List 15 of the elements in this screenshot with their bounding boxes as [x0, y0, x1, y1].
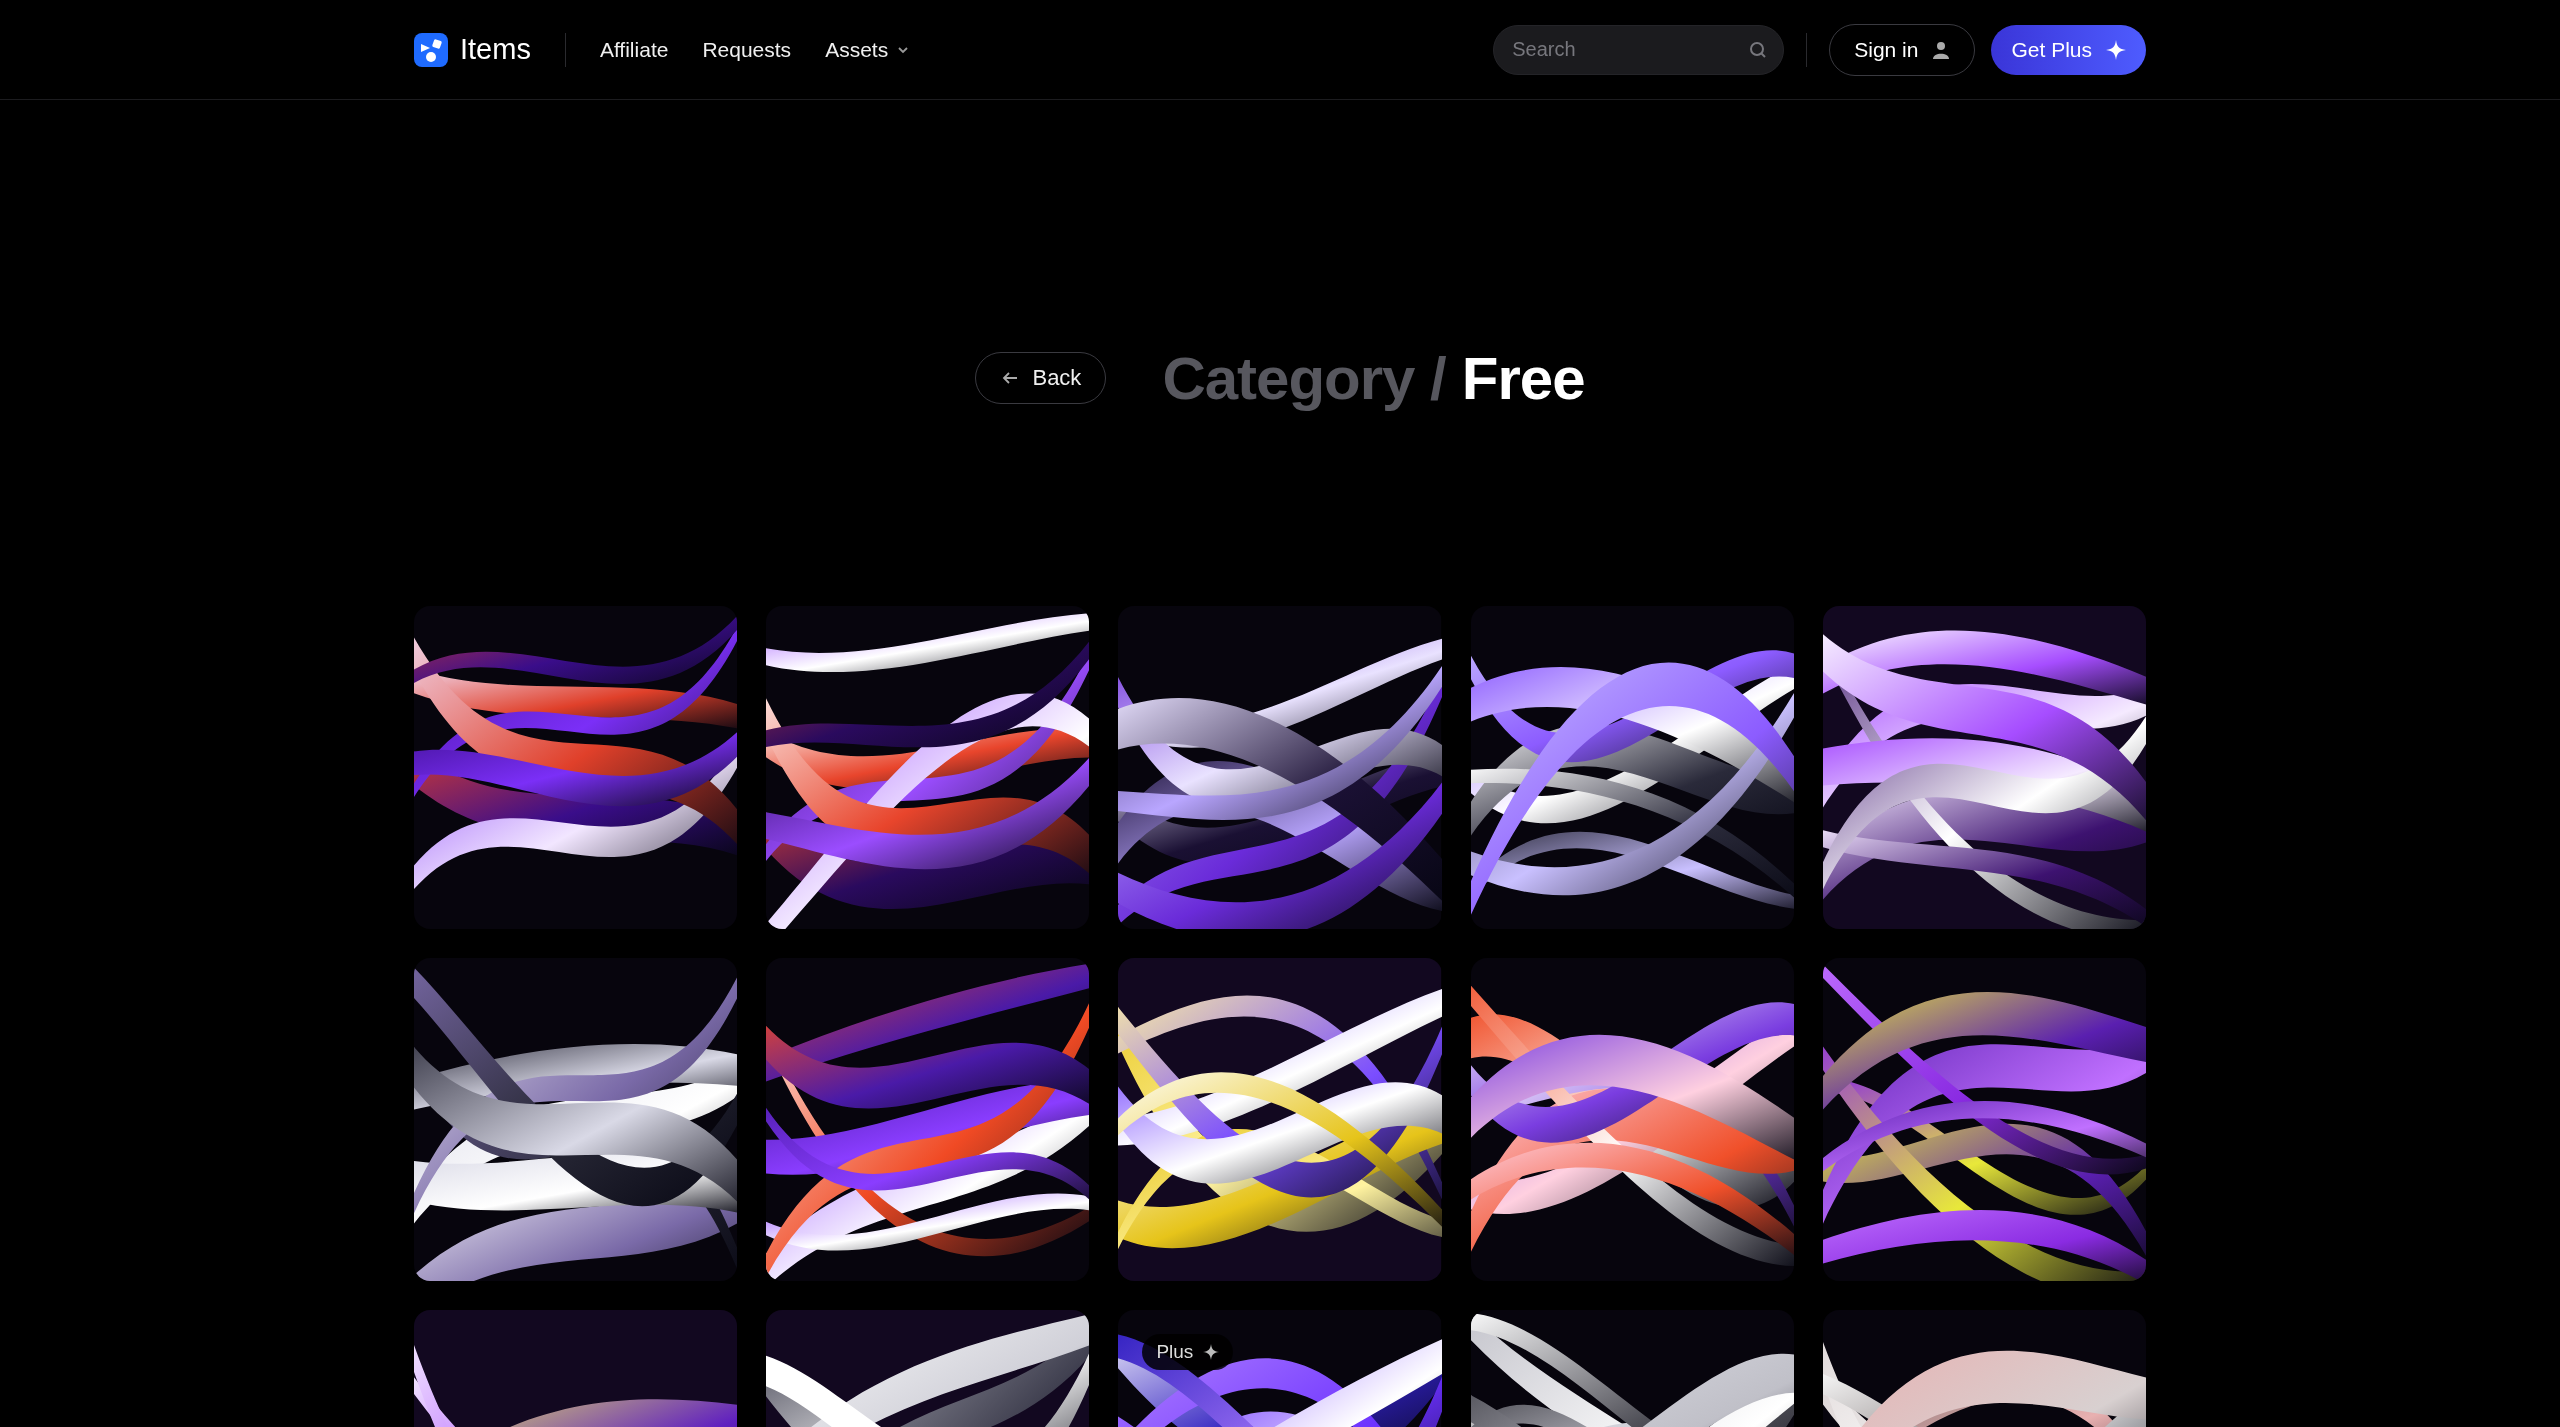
- logo-icon[interactable]: [414, 32, 448, 67]
- breadcrumb-category: Category /: [1162, 343, 1446, 413]
- plus-badge: Plus: [1142, 1334, 1234, 1371]
- sparkle-icon: [2106, 39, 2126, 60]
- user-icon: [1932, 40, 1951, 59]
- back-button[interactable]: Back: [975, 352, 1107, 404]
- logo-text[interactable]: Items: [460, 33, 531, 66]
- nav-link[interactable]: Assets: [825, 37, 911, 62]
- sparkle-icon: [1203, 1344, 1220, 1361]
- get-plus-button[interactable]: Get Plus: [1991, 24, 2146, 75]
- page-title: Free: [1461, 343, 1585, 413]
- nav-link[interactable]: Requests: [702, 37, 792, 62]
- nav-link[interactable]: Affiliate: [599, 37, 669, 62]
- search-field[interactable]: Search: [1493, 24, 1785, 75]
- sign-in-button[interactable]: Sign in: [1829, 23, 1976, 76]
